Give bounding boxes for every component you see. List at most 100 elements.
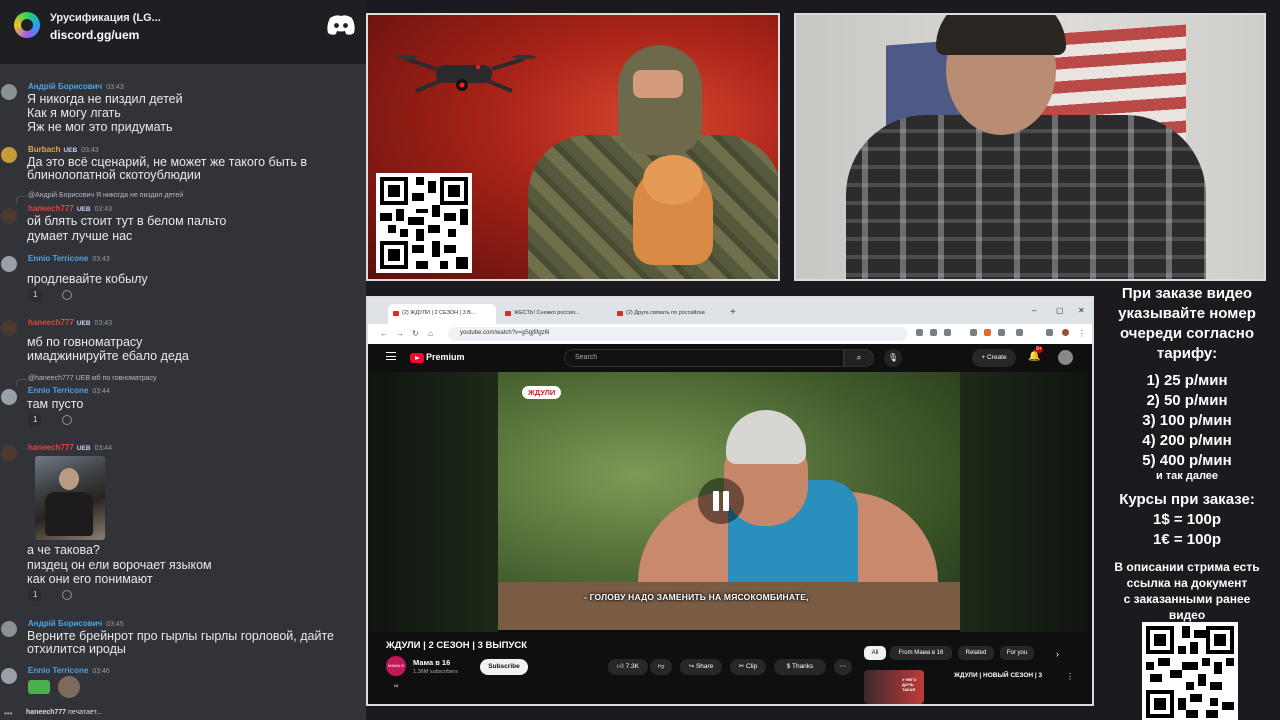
reply-preview[interactable]: @haneech777 UEB мб по говноматрасу (16, 375, 157, 386)
channel-avatar[interactable]: МАМА В 16 (386, 656, 406, 688)
sticker-image[interactable] (58, 676, 80, 698)
home-icon[interactable]: ⌂ (428, 329, 433, 338)
extensions-puzzle-icon[interactable] (998, 329, 1005, 336)
account-avatar[interactable] (1058, 350, 1073, 365)
message-time: 03:43 (94, 206, 113, 213)
chevron-right-icon[interactable]: › (1056, 649, 1059, 659)
reaction-button[interactable]: 1 (28, 288, 43, 302)
message-time: 03:45 (106, 621, 124, 628)
author-name[interactable]: haneech777 (28, 443, 74, 452)
new-tab-icon[interactable]: + (730, 307, 736, 318)
add-reaction-icon[interactable] (62, 415, 72, 425)
browser-tab[interactable]: ЖЕСТЬ! Снежко россия... (500, 304, 608, 324)
like-button[interactable]: 👍︎ 7.3K (608, 659, 648, 675)
reaction-button[interactable]: 1 (28, 413, 43, 427)
user-avatar[interactable] (1, 84, 17, 100)
user-avatar[interactable] (1, 208, 17, 224)
zoom-icon[interactable] (930, 329, 937, 336)
message-time: 03:43 (92, 256, 110, 263)
user-avatar[interactable] (1, 445, 17, 461)
message-author[interactable]: Burbach UEB 03:43 (28, 145, 99, 154)
browser-tab[interactable]: (2) ЖДУЛИ | 2 СЕЗОН | 3 В... (388, 304, 496, 324)
browser-tab[interactable]: (2) Друга связать по российски (612, 304, 720, 324)
more-actions-icon[interactable]: ⋯ (834, 659, 852, 675)
video-player[interactable]: ЖДУЛИ - ГОЛОВУ НАДО ЗАМЕНИТЬ НА МЯСОКОМБ… (368, 372, 1088, 632)
video-subtitle: - ГОЛОВУ НАДО ЗАМЕНИТЬ НА МЯСОКОМБИНАТЕ, (584, 592, 809, 602)
user-avatar[interactable] (1, 389, 17, 405)
user-avatar[interactable] (1, 256, 17, 272)
author-name[interactable]: Ennio Terricone (28, 386, 88, 395)
minimize-icon[interactable]: – (1032, 306, 1036, 315)
qr-code-icon[interactable] (376, 173, 472, 273)
channel-name[interactable]: Мама в 16 (413, 658, 450, 667)
chip-for-you[interactable]: For you (1000, 646, 1034, 660)
message-author[interactable]: Андрій Борисович 03:43 (28, 82, 124, 91)
youtube-logo-icon[interactable] (410, 353, 424, 363)
add-reaction-icon[interactable] (62, 290, 72, 300)
subscribe-button[interactable]: Subscribe (480, 659, 528, 675)
create-button[interactable]: + Create (972, 349, 1016, 367)
sticker-image[interactable] (28, 680, 50, 694)
message-author[interactable]: Ennio Terricone 03:46 (28, 666, 110, 675)
author-name[interactable]: Андрій Борисович (28, 82, 102, 91)
extension-icon[interactable] (970, 329, 977, 336)
message-author[interactable]: Ennio Terricone 03:43 (28, 254, 110, 263)
url-field[interactable]: youtube.com/watch?v=gSgjfifgz6I (448, 327, 908, 341)
author-name[interactable]: Андрій Борисович (28, 619, 102, 628)
ambient-right (960, 372, 1088, 632)
more-options-icon[interactable]: ⋮ (1066, 672, 1074, 681)
add-reaction-icon[interactable] (62, 590, 72, 600)
youtube-header: Premium Search ⌕ 🎙 + Create 🔔 9+ (368, 344, 1092, 372)
voice-search-icon[interactable]: 🎙 (884, 349, 902, 367)
sidebar-icon[interactable] (1016, 329, 1023, 336)
user-avatar[interactable] (1, 320, 17, 336)
author-name[interactable]: haneech777 (28, 318, 74, 327)
profile-icon[interactable] (1062, 329, 1069, 336)
chip-all[interactable]: All (864, 646, 886, 660)
reload-icon[interactable]: ↻ (412, 329, 419, 338)
thanks-button[interactable]: $ Thanks (774, 659, 826, 675)
extension-icon[interactable] (984, 329, 991, 336)
create-label: Create (987, 354, 1007, 361)
author-name[interactable]: Ennio Terricone (28, 666, 88, 675)
message-author[interactable]: haneech777 UEB 03:43 (28, 318, 112, 327)
recommended-title[interactable]: ЖДУЛИ | НОВЫЙ СЕЗОН | 3 (954, 672, 1042, 679)
hamburger-menu-icon[interactable] (386, 352, 396, 360)
search-button[interactable]: ⌕ (844, 349, 874, 367)
close-icon[interactable]: ✕ (1078, 306, 1085, 315)
downloads-icon[interactable] (1046, 329, 1053, 336)
message-author[interactable]: Андрій Борисович 03:45 (28, 619, 124, 628)
server-invite[interactable]: discord.gg/uem (50, 28, 139, 42)
image-attachment[interactable] (35, 456, 105, 540)
course-line: 1$ = 100р (1153, 511, 1221, 528)
dislike-button[interactable]: 👎︎ (650, 659, 672, 675)
pause-icon[interactable] (698, 478, 744, 524)
author-name[interactable]: haneech777 (28, 204, 74, 213)
search-input[interactable]: Search (564, 349, 844, 367)
role-badge: UEB (63, 147, 78, 154)
clip-button[interactable]: ✂ Clip (730, 659, 766, 675)
user-avatar[interactable] (1, 621, 17, 637)
recommended-thumbnail[interactable]: У НЕГО ДОЧЬ ТАКАЯ (864, 670, 924, 704)
bookmark-star-icon[interactable] (944, 329, 951, 336)
reply-preview[interactable]: @Андрій Борисович Я никогда не пиздил де… (15, 192, 183, 203)
message-author[interactable]: haneech777 UEB 03:44 (28, 443, 112, 452)
forward-icon[interactable]: → (396, 329, 404, 338)
user-avatar[interactable] (1, 147, 17, 163)
author-name[interactable]: Ennio Terricone (28, 254, 88, 263)
message-author[interactable]: haneech777 UEB 03:43 (28, 204, 112, 213)
menu-kebab-icon[interactable]: ⋮ (1078, 329, 1086, 338)
qr-code-icon[interactable] (1142, 622, 1238, 720)
cast-icon[interactable] (916, 329, 923, 336)
user-avatar[interactable] (1, 668, 17, 684)
youtube-brand[interactable]: Premium (426, 352, 465, 362)
chip-related[interactable]: Related (958, 646, 994, 660)
video-frame[interactable]: ЖДУЛИ - ГОЛОВУ НАДО ЗАМЕНИТЬ НА МЯСОКОМБ… (498, 372, 960, 630)
reaction-button[interactable]: 1 (28, 588, 43, 602)
maximize-icon[interactable]: ▢ (1056, 306, 1064, 315)
chip-from-channel[interactable]: From Мама в 16 (890, 646, 952, 660)
back-icon[interactable]: ← (380, 329, 388, 338)
share-button[interactable]: ↪ Share (680, 659, 722, 675)
author-name[interactable]: Burbach (28, 145, 60, 154)
message-author[interactable]: Ennio Terricone 03:44 (28, 386, 110, 395)
